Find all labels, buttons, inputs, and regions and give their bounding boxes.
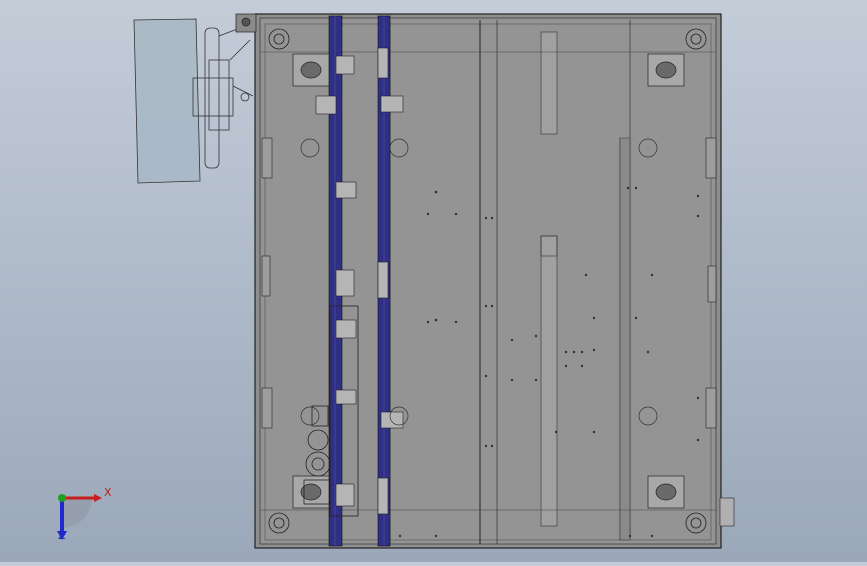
machine-frame [254, 13, 722, 549]
cad-model-drawing[interactable] [0, 0, 867, 562]
z-axis-label: Z [58, 529, 66, 542]
x-axis-label: X [104, 486, 112, 499]
cad-viewport[interactable] [0, 0, 867, 562]
y-axis-dot [58, 494, 66, 502]
external-panel [133, 18, 259, 184]
corner-handle [235, 13, 257, 33]
